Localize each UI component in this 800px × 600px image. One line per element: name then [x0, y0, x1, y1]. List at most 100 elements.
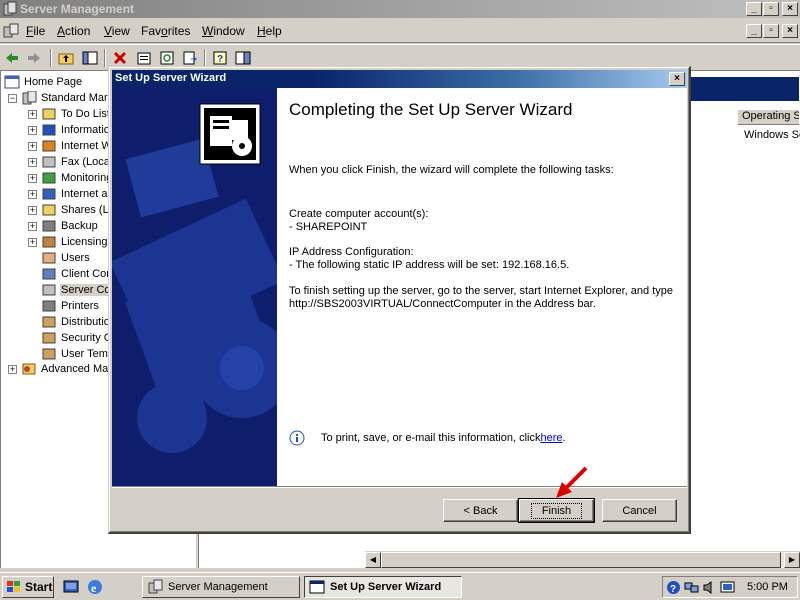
- tree-item-users[interactable]: Users: [41, 250, 91, 266]
- start-label: Start: [25, 580, 53, 594]
- up-one-level-icon[interactable]: [56, 48, 76, 68]
- server-tree-icon: [22, 91, 37, 105]
- child-restore-button[interactable]: ▫: [763, 24, 779, 38]
- volume-tray-icon[interactable]: [702, 580, 717, 595]
- wizard-banner-graphic: [112, 88, 277, 486]
- menu-view[interactable]: View: [104, 24, 130, 38]
- task-setup-server-wizard[interactable]: Set Up Server Wizard: [304, 576, 462, 598]
- show-desktop-icon[interactable]: [62, 578, 80, 596]
- security-groups-icon: [42, 332, 56, 344]
- refresh-icon[interactable]: [157, 48, 177, 68]
- tree-item-home-page[interactable]: Home Page: [4, 74, 83, 90]
- expand-backup[interactable]: +: [28, 222, 37, 231]
- menu-window[interactable]: Window: [202, 24, 245, 38]
- tree-item-server-computers[interactable]: Server Co: [41, 282, 112, 298]
- menu-file[interactable]: File: [26, 24, 45, 38]
- help-tray-icon[interactable]: ?: [666, 580, 681, 595]
- server-management-icon: [3, 1, 17, 16]
- forward-arrow-icon[interactable]: [24, 48, 44, 68]
- expand-to-do-list[interactable]: +: [28, 110, 37, 119]
- setup-wizard-icon: [204, 108, 256, 160]
- tree-item-standard-management[interactable]: Standard Mar: [21, 90, 109, 106]
- expand-internet-access[interactable]: +: [28, 190, 37, 199]
- minimize-button[interactable]: _: [746, 2, 762, 16]
- info-end: .: [562, 432, 566, 444]
- tree-item-backup[interactable]: Backup: [41, 218, 99, 234]
- backup-icon: [42, 220, 56, 232]
- scroll-thumb[interactable]: [381, 552, 781, 568]
- task-ip-config-title: IP Address Configuration:: [289, 246, 414, 258]
- tree-item-advanced-management[interactable]: Advanced Ma: [21, 361, 109, 377]
- show-hide-action-pane-icon[interactable]: [233, 48, 253, 68]
- tree-item-label: Shares (L: [61, 204, 109, 216]
- help-icon[interactable]: ?: [210, 48, 230, 68]
- delete-icon[interactable]: [110, 48, 130, 68]
- start-button[interactable]: Start: [2, 576, 54, 598]
- finish-button[interactable]: Finish: [518, 498, 595, 523]
- svg-text:?: ?: [217, 54, 223, 65]
- tree-item-to-do-list[interactable]: To Do List: [41, 106, 111, 122]
- expand-information[interactable]: +: [28, 126, 37, 135]
- wizard-titlebar[interactable]: Set Up Server Wizard ×: [112, 70, 687, 88]
- tree-item-label: Informatio: [61, 124, 110, 136]
- server-management-task-icon: [148, 579, 163, 594]
- back-arrow-icon[interactable]: [2, 48, 22, 68]
- mmc-console-icon[interactable]: [3, 23, 19, 39]
- expand-monitoring[interactable]: +: [28, 174, 37, 183]
- finish-instructions-line2: http://SBS2003VIRTUAL/ConnectComputer in…: [289, 298, 596, 310]
- main-titlebar[interactable]: Server Management _ ▫ ×: [0, 0, 800, 18]
- close-button[interactable]: ×: [782, 2, 798, 16]
- back-button[interactable]: < Back: [443, 499, 518, 522]
- tree-item-printers[interactable]: Printers: [41, 298, 100, 314]
- task-label: Server Management: [168, 581, 268, 593]
- wizard-side-banner: [112, 88, 277, 486]
- column-header-operating-system[interactable]: Operating S: [737, 109, 799, 125]
- show-hide-tree-icon[interactable]: [80, 48, 100, 68]
- tree-item-internet-web[interactable]: Internet W: [41, 138, 113, 154]
- expand-internet-web[interactable]: +: [28, 142, 37, 151]
- clock[interactable]: 5:00 PM: [747, 581, 788, 593]
- users-icon: [42, 252, 56, 264]
- network-tray-icon[interactable]: [684, 580, 699, 595]
- here-link[interactable]: here: [540, 432, 562, 444]
- cancel-button[interactable]: Cancel: [602, 499, 677, 522]
- tree-item-distribution-groups[interactable]: Distributio: [41, 314, 111, 330]
- child-close-button[interactable]: ×: [782, 24, 798, 38]
- wizard-close-button[interactable]: ×: [669, 72, 685, 86]
- tree-item-licensing[interactable]: Licensing: [41, 234, 108, 250]
- red-pointer-arrow-icon: [556, 466, 588, 498]
- tree-item-fax[interactable]: Fax (Loca: [41, 154, 111, 170]
- export-list-icon[interactable]: [180, 48, 200, 68]
- menu-favorites[interactable]: Favorites: [141, 24, 190, 38]
- task-label: Set Up Server Wizard: [330, 581, 442, 593]
- connection-tray-icon[interactable]: [720, 580, 735, 595]
- internet-explorer-icon[interactable]: e: [86, 578, 104, 596]
- expand-standard-management[interactable]: −: [8, 94, 17, 103]
- tree-item-monitoring[interactable]: Monitoring: [41, 170, 113, 186]
- tree-item-label: Backup: [61, 220, 98, 232]
- information-icon: [289, 430, 305, 446]
- expand-licensing[interactable]: +: [28, 238, 37, 247]
- task-server-management[interactable]: Server Management: [142, 576, 300, 598]
- expand-shares[interactable]: +: [28, 206, 37, 215]
- menu-help[interactable]: Help: [257, 24, 282, 38]
- maximize-button[interactable]: ▫: [763, 2, 779, 16]
- horizontal-scrollbar[interactable]: ◀ ▶: [365, 551, 800, 568]
- task-create-account-detail: - SHAREPOINT: [289, 221, 368, 233]
- properties-icon[interactable]: [134, 48, 154, 68]
- scroll-left-icon[interactable]: ◀: [365, 552, 381, 568]
- child-minimize-button[interactable]: _: [746, 24, 762, 38]
- tree-item-security-groups[interactable]: Security G: [41, 330, 113, 346]
- expand-fax[interactable]: +: [28, 158, 37, 167]
- wizard-task-icon: [309, 580, 325, 594]
- tree-item-client-computers[interactable]: Client Com: [41, 266, 116, 282]
- tree-item-shares[interactable]: Shares (L: [41, 202, 110, 218]
- tree-item-user-templates[interactable]: User Tem: [41, 346, 109, 362]
- menu-action[interactable]: Action: [57, 24, 90, 38]
- expand-advanced-management[interactable]: +: [8, 365, 17, 374]
- user-templates-icon: [42, 348, 56, 360]
- scroll-right-icon[interactable]: ▶: [784, 552, 800, 568]
- tree-item-information[interactable]: Informatio: [41, 122, 111, 138]
- tree-item-internet-access[interactable]: Internet a: [41, 186, 108, 202]
- information-icon: [42, 124, 56, 136]
